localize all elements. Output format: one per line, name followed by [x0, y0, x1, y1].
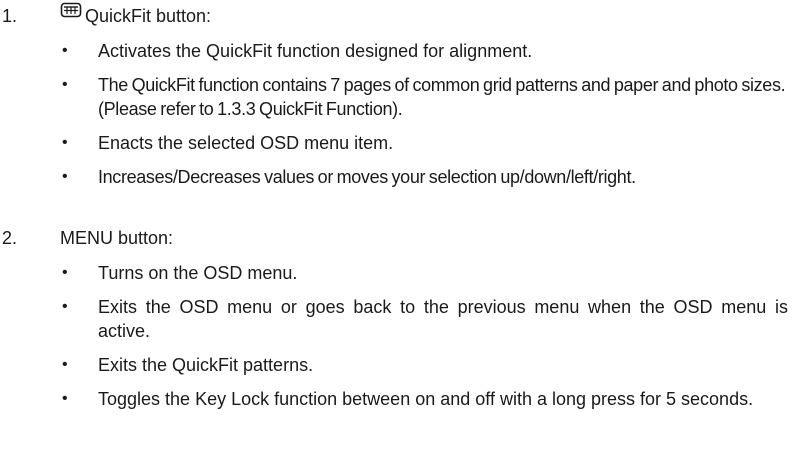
item-number: 2. — [2, 228, 18, 248]
item-quickfit-button: 1. QuickFit button: • Activates the Quic… — [0, 0, 805, 189]
item-title: QuickFit button: — [60, 2, 212, 28]
bullet-text: Exits the OSD menu or goes back to the p… — [98, 297, 788, 341]
bullet-list: • Turns on the OSD menu. • Exits the OSD… — [0, 261, 805, 411]
item-title-text: MENU button: — [60, 228, 174, 248]
list-item: • Enacts the selected OSD menu item. — [0, 131, 788, 155]
bullet-dot: • — [62, 134, 68, 151]
list-item: • Activates the QuickFit function design… — [0, 39, 788, 63]
item-number: 1. — [2, 6, 18, 26]
bullet-dot: • — [62, 390, 68, 407]
quickfit-icon — [60, 2, 82, 18]
bullet-text: Toggles the Key Lock function between on… — [98, 389, 754, 409]
bullet-dot: • — [62, 298, 68, 315]
bullet-text: Enacts the selected OSD menu item. — [98, 133, 394, 153]
bullet-text: Activates the QuickFit function designed… — [98, 41, 533, 61]
bullet-list: • Activates the QuickFit function design… — [0, 39, 805, 189]
bullet-dot: • — [62, 264, 68, 281]
bullet-dot: • — [62, 76, 68, 93]
list-item: • Exits the OSD menu or goes back to the… — [0, 295, 788, 343]
list-item: • Toggles the Key Lock function between … — [0, 387, 788, 411]
item-title-text: QuickFit button: — [85, 6, 212, 26]
list-item: • Increases/Decreases values or moves yo… — [0, 165, 788, 189]
bullet-dot: • — [62, 42, 68, 59]
bullet-dot: • — [62, 168, 68, 185]
bullet-text: Increases/Decreases values or moves your… — [98, 167, 636, 187]
bullet-text: Turns on the OSD menu. — [98, 263, 298, 283]
bullet-dot: • — [62, 356, 68, 373]
bullet-text: Exits the QuickFit patterns. — [98, 355, 314, 375]
item-heading: 1. QuickFit button: — [0, 0, 805, 28]
item-title: MENU button: — [60, 226, 173, 250]
list-item: • Exits the QuickFit patterns. — [0, 353, 788, 377]
list-item: • The QuickFit function contains 7 pages… — [0, 73, 788, 121]
item-menu-button: 2. MENU button: • Turns on the OSD menu.… — [0, 222, 805, 411]
item-heading: 2. MENU button: — [0, 222, 805, 250]
bullet-text: The QuickFit function contains 7 pages o… — [98, 75, 786, 119]
list-item: • Turns on the OSD menu. — [0, 261, 788, 285]
